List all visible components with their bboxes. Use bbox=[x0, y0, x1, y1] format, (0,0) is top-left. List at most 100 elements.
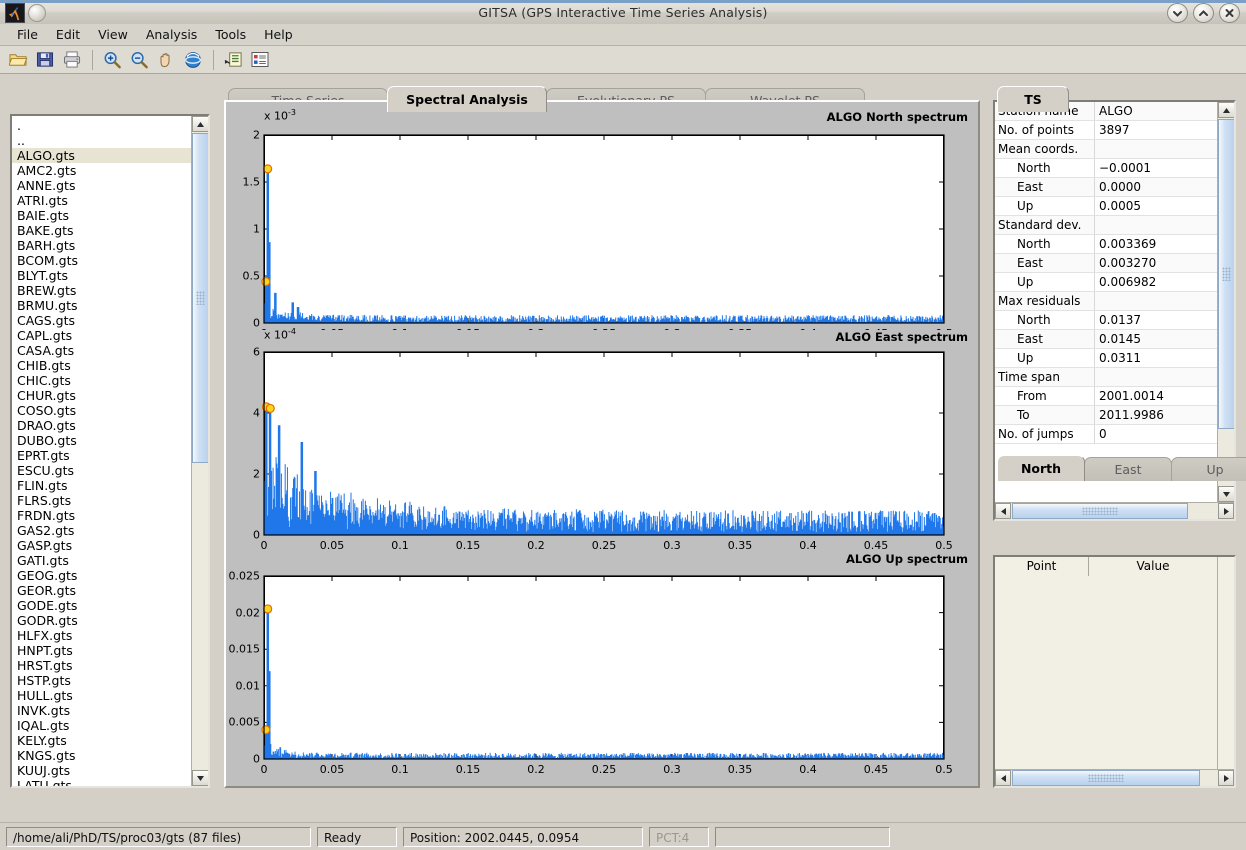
magnifier-plus-icon[interactable] bbox=[99, 47, 125, 73]
file-list-item[interactable]: KUUJ.gts bbox=[12, 763, 191, 778]
north-spectrum-peak-marker[interactable] bbox=[264, 165, 272, 173]
file-list-item[interactable]: INVK.gts bbox=[12, 703, 191, 718]
file-list-item[interactable]: IQAL.gts bbox=[12, 718, 191, 733]
east-spectrum-peak-marker[interactable] bbox=[266, 404, 274, 412]
info-scroll-thumb[interactable] bbox=[1218, 119, 1235, 429]
info-value: 3897 bbox=[1095, 121, 1217, 139]
hand-icon[interactable] bbox=[153, 47, 179, 73]
file-list-item[interactable]: FLIN.gts bbox=[12, 478, 191, 493]
window-controls bbox=[1167, 3, 1240, 23]
menu-tools[interactable]: Tools bbox=[206, 25, 255, 44]
legend-icon[interactable] bbox=[220, 47, 246, 73]
file-list-item[interactable]: CAGS.gts bbox=[12, 313, 191, 328]
menu-analysis[interactable]: Analysis bbox=[137, 25, 207, 44]
info-scroll-right-button[interactable] bbox=[1218, 503, 1234, 519]
file-list-item[interactable]: GEOR.gts bbox=[12, 583, 191, 598]
file-list-item[interactable]: HSTP.gts bbox=[12, 673, 191, 688]
menu-edit[interactable]: Edit bbox=[47, 25, 89, 44]
file-list-item[interactable]: KNGS.gts bbox=[12, 748, 191, 763]
file-list-item[interactable]: CHUR.gts bbox=[12, 388, 191, 403]
north-spectrum-plot[interactable]: ALGO North spectrumx 10-300.511.5200.050… bbox=[226, 102, 978, 330]
file-list[interactable]: ...ALGO.gtsAMC2.gtsANNE.gtsATRI.gtsBAIE.… bbox=[12, 116, 191, 786]
printer-icon[interactable] bbox=[59, 47, 85, 73]
point-hscroll-thumb[interactable] bbox=[1012, 770, 1200, 786]
colormap-icon[interactable] bbox=[247, 47, 273, 73]
file-list-item[interactable]: GASP.gts bbox=[12, 538, 191, 553]
file-list-item[interactable]: HNPT.gts bbox=[12, 643, 191, 658]
file-list-item[interactable]: KELY.gts bbox=[12, 733, 191, 748]
tab-spectral-analysis[interactable]: Spectral Analysis bbox=[387, 86, 547, 112]
point-horizontal-scrollbar[interactable] bbox=[995, 769, 1234, 786]
rotate-icon[interactable] bbox=[180, 47, 206, 73]
info-scroll-left-button[interactable] bbox=[995, 503, 1011, 519]
menu-view[interactable]: View bbox=[89, 25, 137, 44]
close-button[interactable] bbox=[1219, 3, 1240, 23]
magnifier-minus-icon[interactable] bbox=[126, 47, 152, 73]
file-list-item[interactable]: AMC2.gts bbox=[12, 163, 191, 178]
scroll-up-button[interactable] bbox=[192, 116, 209, 132]
file-list-item[interactable]: CASA.gts bbox=[12, 343, 191, 358]
tab-east[interactable]: East bbox=[1084, 457, 1172, 481]
file-list-item[interactable]: ALGO.gts bbox=[12, 148, 191, 163]
file-list-item[interactable]: BARH.gts bbox=[12, 238, 191, 253]
file-list-item[interactable]: CAPL.gts bbox=[12, 328, 191, 343]
point-vertical-scrollbar[interactable] bbox=[1217, 557, 1234, 769]
scroll-down-button[interactable] bbox=[192, 770, 209, 786]
floppy-disk-icon[interactable] bbox=[32, 47, 58, 73]
menu-file[interactable]: File bbox=[8, 25, 47, 44]
file-list-item[interactable]: GODE.gts bbox=[12, 598, 191, 613]
file-list-item[interactable]: BAIE.gts bbox=[12, 208, 191, 223]
folder-open-icon[interactable] bbox=[5, 47, 31, 73]
info-horizontal-scrollbar[interactable] bbox=[995, 502, 1234, 519]
minimize-button[interactable] bbox=[1167, 3, 1188, 23]
file-list-item[interactable]: BRMU.gts bbox=[12, 298, 191, 313]
file-list-item[interactable]: BAKE.gts bbox=[12, 223, 191, 238]
tab-ts[interactable]: TS bbox=[997, 86, 1069, 112]
file-list-item[interactable]: LATU.gts bbox=[12, 778, 191, 786]
file-list-item[interactable]: GATI.gts bbox=[12, 553, 191, 568]
north-spectrum-peak-marker[interactable] bbox=[262, 278, 270, 286]
point-scroll-left-button[interactable] bbox=[995, 770, 1011, 786]
file-list-item[interactable]: HLFX.gts bbox=[12, 628, 191, 643]
file-list-item[interactable]: BLYT.gts bbox=[12, 268, 191, 283]
file-list-item[interactable]: GODR.gts bbox=[12, 613, 191, 628]
point-scroll-right-button[interactable] bbox=[1218, 770, 1234, 786]
file-list-item[interactable]: EPRT.gts bbox=[12, 448, 191, 463]
maximize-button[interactable] bbox=[1193, 3, 1214, 23]
file-list-item[interactable]: DRAO.gts bbox=[12, 418, 191, 433]
file-list-item[interactable]: . bbox=[12, 118, 191, 133]
tab-up[interactable]: Up bbox=[1171, 457, 1246, 481]
up-spectrum-plot[interactable]: ALGO Up spectrum00.0050.010.0150.020.025… bbox=[226, 556, 978, 786]
info-scroll-down-button[interactable] bbox=[1218, 486, 1235, 502]
up-spectrum-peak-marker[interactable] bbox=[262, 726, 270, 734]
up-spectrum-peak-marker[interactable] bbox=[264, 605, 272, 613]
east-spectrum-plot[interactable]: ALGO East spectrumx 10-4024600.050.10.15… bbox=[226, 330, 978, 556]
file-list-scrollbar[interactable] bbox=[191, 116, 208, 786]
tab-north[interactable]: North bbox=[997, 455, 1085, 481]
file-list-scroll-thumb[interactable] bbox=[192, 133, 209, 463]
info-value: 0.003369 bbox=[1095, 235, 1217, 253]
file-list-item[interactable]: COSO.gts bbox=[12, 403, 191, 418]
file-list-item[interactable]: FRDN.gts bbox=[12, 508, 191, 523]
info-hscroll-thumb[interactable] bbox=[1012, 503, 1188, 519]
file-list-item[interactable]: ANNE.gts bbox=[12, 178, 191, 193]
file-list-item[interactable]: FLRS.gts bbox=[12, 493, 191, 508]
file-list-item[interactable]: HULL.gts bbox=[12, 688, 191, 703]
file-list-item[interactable]: .. bbox=[12, 133, 191, 148]
file-list-item[interactable]: GAS2.gts bbox=[12, 523, 191, 538]
file-list-item[interactable]: CHIB.gts bbox=[12, 358, 191, 373]
menu-help[interactable]: Help bbox=[255, 25, 302, 44]
file-list-item[interactable]: CHIC.gts bbox=[12, 373, 191, 388]
info-vertical-scrollbar[interactable] bbox=[1217, 102, 1234, 502]
file-list-item[interactable]: GEOG.gts bbox=[12, 568, 191, 583]
file-list-item[interactable]: BCOM.gts bbox=[12, 253, 191, 268]
info-scroll-up-button[interactable] bbox=[1218, 102, 1235, 118]
file-list-item[interactable]: ESCU.gts bbox=[12, 463, 191, 478]
main-content: Time Series Spectral Analysis Evolutiona… bbox=[0, 74, 1246, 822]
file-list-item[interactable]: BREW.gts bbox=[12, 283, 191, 298]
file-list-item[interactable]: HRST.gts bbox=[12, 658, 191, 673]
info-tabs: TS bbox=[997, 86, 1068, 112]
file-list-item[interactable]: DUBO.gts bbox=[12, 433, 191, 448]
file-list-item[interactable]: ATRI.gts bbox=[12, 193, 191, 208]
point-table-body[interactable] bbox=[995, 576, 1217, 769]
